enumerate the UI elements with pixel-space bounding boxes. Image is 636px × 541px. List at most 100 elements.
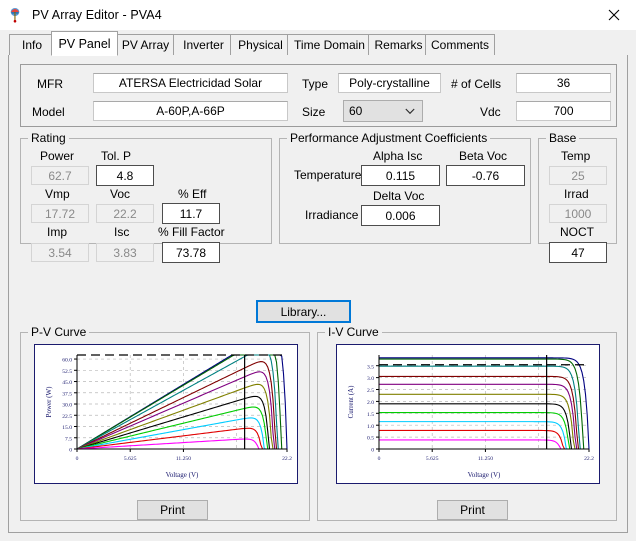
iv-curve-group-title: I-V Curve (325, 325, 382, 339)
iv-chart-svg: 0 0.5 1.0 1.5 2.0 2.5 3.0 3.5 0 5.625 11.250 22.2 Vo… (347, 355, 594, 479)
tab-label: Comments (430, 38, 489, 52)
pv-chart-svg: 0 7.5 15.0 22.5 30.0 37.5 45.0 52.5 60.0 0 5.625 11… (45, 354, 292, 479)
tab-label: Physical (238, 38, 283, 52)
cells-label: # of Cells (451, 77, 502, 91)
power-field: 62.7 (31, 166, 89, 185)
beta-voc-label: Beta Voc (459, 149, 508, 163)
pv-curve-plot: 0 7.5 15.0 22.5 30.0 37.5 45.0 52.5 60.0 0 5.625 11… (34, 344, 298, 484)
temp-field: 25 (549, 166, 607, 185)
vmp-field: 17.72 (31, 204, 89, 223)
fill-factor-label: % Fill Factor (158, 225, 225, 239)
svg-text:0.5: 0.5 (367, 436, 374, 442)
size-combobox[interactable]: 60 (343, 100, 423, 122)
iv-curve-plot: 0 0.5 1.0 1.5 2.0 2.5 3.0 3.5 0 5.625 11.250 22.2 Vo… (336, 344, 600, 484)
tab-pv-array[interactable]: PV Array (114, 34, 177, 56)
beta-voc-field[interactable]: -0.76 (446, 165, 525, 186)
irradiance-label: Irradiance (305, 208, 359, 222)
svg-text:22.2: 22.2 (584, 456, 594, 462)
delta-voc-field[interactable]: 0.006 (361, 205, 440, 226)
type-field[interactable]: Poly-crystalline (338, 73, 441, 93)
svg-text:15.0: 15.0 (62, 425, 72, 431)
power-label: Power (40, 149, 75, 163)
tab-label: Remarks (374, 38, 423, 52)
svg-text:52.5: 52.5 (62, 369, 72, 375)
iv-curve-group: I-V Curve 0 0.5 1.0 1.5 2.0 2.5 3.0 3.5 0 5.625 11… (317, 325, 617, 521)
imp-label: Imp (47, 225, 68, 239)
irrad-field: 1000 (549, 204, 607, 223)
svg-text:2.5: 2.5 (367, 388, 374, 394)
eff-field: 11.7 (162, 203, 220, 224)
tab-remarks[interactable]: Remarks (368, 34, 429, 56)
noct-field[interactable]: 47 (549, 242, 607, 263)
mfr-label: MFR (37, 77, 63, 91)
tab-label: PV Panel (58, 36, 111, 51)
svg-text:60.0: 60.0 (62, 358, 72, 364)
svg-text:3.5: 3.5 (367, 364, 374, 370)
alpha-isc-label: Alpha Isc (373, 149, 423, 163)
svg-text:30.0: 30.0 (62, 403, 72, 409)
svg-text:11.250: 11.250 (478, 456, 493, 462)
svg-text:22.2: 22.2 (282, 456, 292, 462)
title-bar: PV Array Editor - PVA4 (0, 0, 636, 30)
tab-label: Info (21, 38, 42, 52)
svg-text:7.5: 7.5 (65, 436, 72, 442)
performance-coefficients-group: Performance Adjustment Coefficients Alph… (279, 131, 531, 244)
eff-label: % Eff (178, 187, 207, 201)
svg-text:Voltage (V): Voltage (V) (166, 471, 199, 479)
delta-voc-label: Delta Voc (373, 189, 425, 203)
svg-text:1.5: 1.5 (367, 412, 374, 418)
print-pv-curve-button[interactable]: Print (137, 500, 208, 520)
tab-pv-panel[interactable]: PV Panel (51, 31, 118, 56)
svg-text:37.5: 37.5 (62, 391, 72, 397)
pv-array-icon (8, 7, 24, 23)
fill-factor-field: 73.78 (162, 242, 220, 263)
svg-text:Power (W): Power (W) (45, 386, 53, 418)
alpha-isc-field[interactable]: 0.115 (361, 165, 440, 186)
model-label: Model (32, 105, 65, 119)
type-label: Type (302, 77, 329, 91)
window-title: PV Array Editor - PVA4 (32, 8, 162, 22)
svg-text:0: 0 (76, 456, 79, 462)
coefficients-group-title: Performance Adjustment Coefficients (287, 131, 491, 145)
temp-label: Temp (561, 149, 591, 163)
tol-p-field[interactable]: 4.8 (96, 165, 154, 186)
base-group: Base Temp 25 Irrad 1000 NOCT 47 (538, 131, 617, 263)
svg-text:11.250: 11.250 (176, 456, 191, 462)
svg-text:0: 0 (371, 448, 374, 454)
tab-label: PV Array (121, 38, 170, 52)
tab-comments[interactable]: Comments (425, 34, 495, 56)
svg-text:Current (A): Current (A) (347, 385, 355, 419)
pv-array-editor-window: PV Array Editor - PVA4 Info PV Panel PV Ar… (0, 0, 636, 541)
temperature-label: Temperature (294, 168, 362, 182)
tab-inverter[interactable]: Inverter (173, 34, 234, 56)
tab-time-domain[interactable]: Time Domain (287, 34, 372, 56)
tol-p-label: Tol. P (101, 149, 132, 163)
close-button[interactable] (592, 0, 636, 30)
noct-label: NOCT (560, 225, 594, 239)
vdc-field[interactable]: 700 (516, 101, 611, 121)
pv-curve-group: P-V Curve 0 7.5 15.0 22.5 30.0 37.5 45.0 52.5 60… (20, 325, 310, 521)
pv-curve-group-title: P-V Curve (28, 325, 90, 339)
isc-field: 3.83 (96, 243, 154, 262)
mfr-field[interactable]: ATERSA Electricidad Solar (93, 73, 288, 93)
irrad-label: Irrad (564, 187, 589, 201)
voc-field: 22.2 (96, 204, 154, 223)
rating-group: Rating Power 62.7 Tol. P 4.8 Vmp 17.72 V… (20, 131, 272, 263)
cells-field[interactable]: 36 (516, 73, 611, 93)
print-iv-curve-button[interactable]: Print (437, 500, 508, 520)
svg-text:5.625: 5.625 (426, 456, 439, 462)
model-field[interactable]: A-60P,A-66P (93, 101, 288, 121)
base-group-title: Base (546, 131, 580, 145)
rating-group-title: Rating (28, 131, 69, 145)
svg-text:5.625: 5.625 (124, 456, 137, 462)
size-label: Size (302, 105, 326, 119)
tab-label: Time Domain (294, 38, 365, 52)
tab-label: Inverter (183, 38, 224, 52)
svg-text:0: 0 (69, 448, 72, 454)
chevron-down-icon (405, 104, 415, 118)
imp-field: 3.54 (31, 243, 89, 262)
tab-physical[interactable]: Physical (230, 34, 291, 56)
vdc-label: Vdc (480, 105, 501, 119)
library-button[interactable]: Library... (256, 300, 351, 323)
tab-info[interactable]: Info (9, 34, 55, 56)
